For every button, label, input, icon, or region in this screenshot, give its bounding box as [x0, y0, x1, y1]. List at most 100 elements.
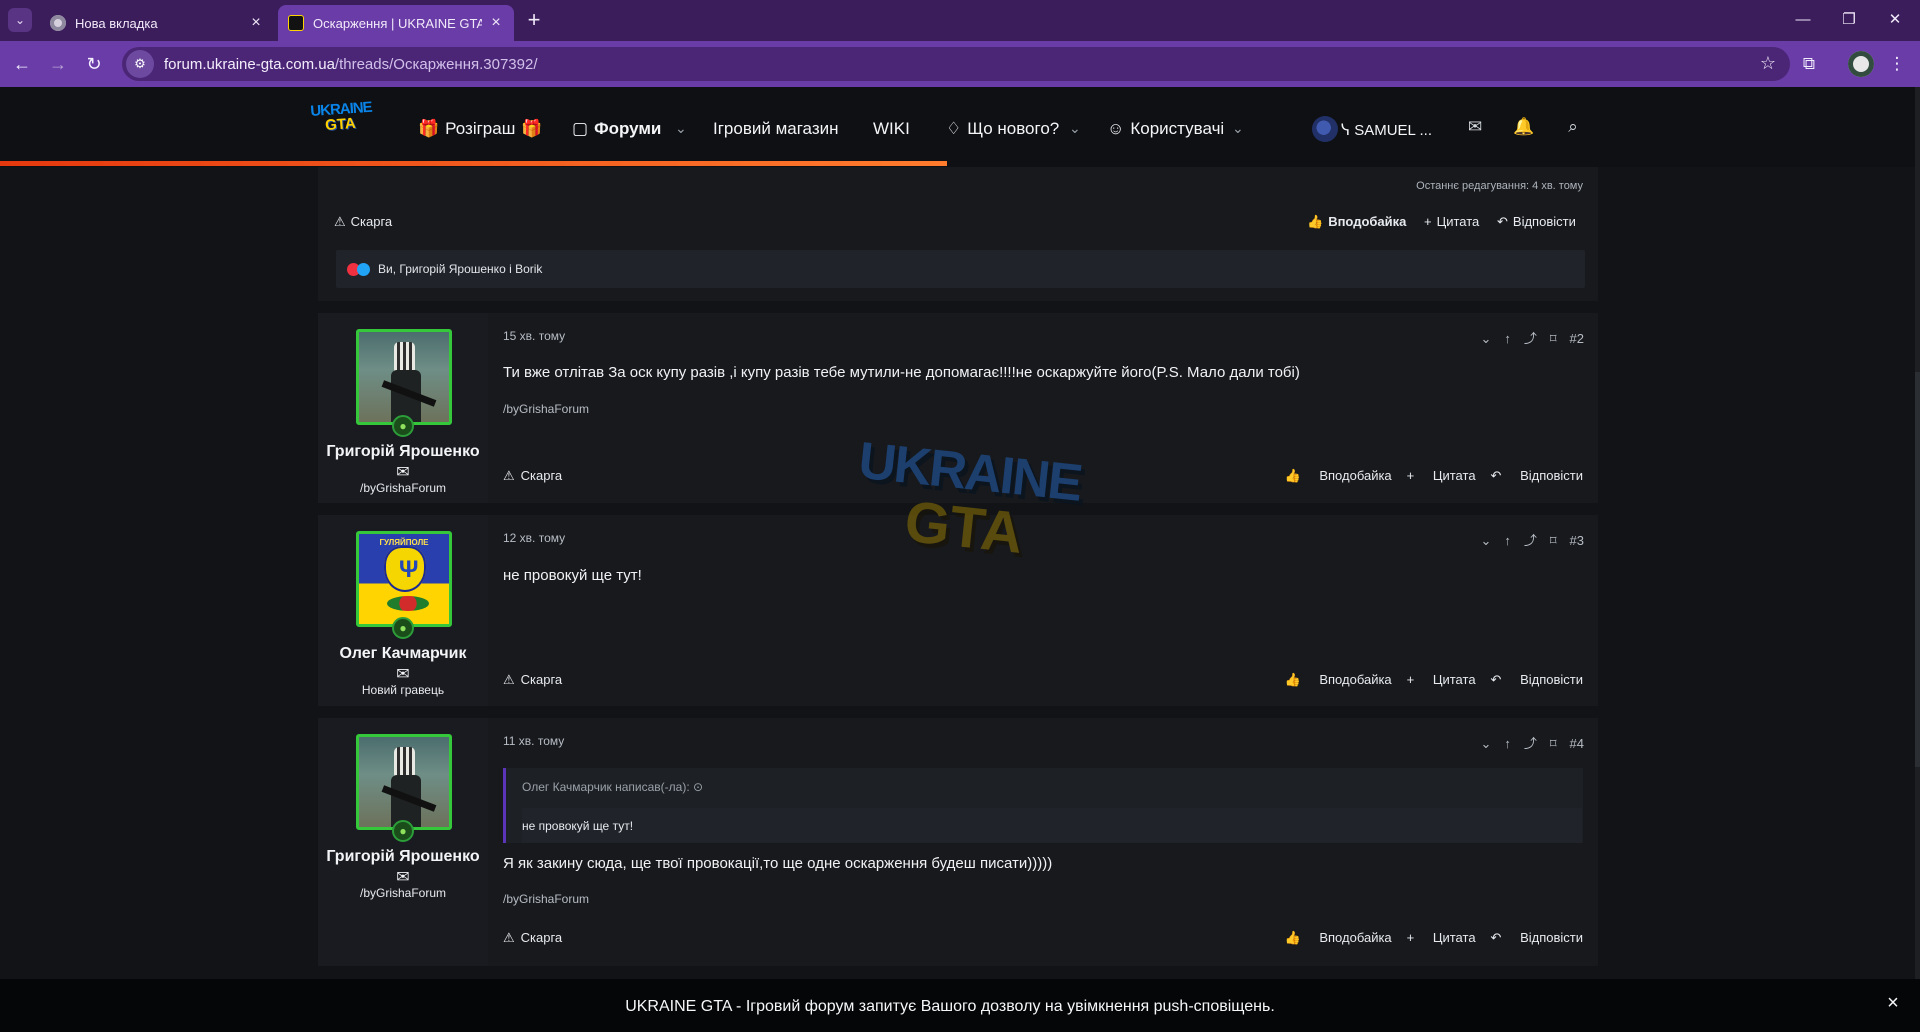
- post-tools: ⌄ ↑ ⤴ ⌑ #3: [1467, 530, 1584, 549]
- like-button[interactable]: 👍 Вподобайка: [1307, 214, 1406, 230]
- notification-bell-icon[interactable]: 🔔: [1513, 117, 1535, 139]
- user-avatar[interactable]: ГУЛЯЙПОЛЕ Ψ: [356, 531, 452, 627]
- reply-button[interactable]: ↶ Відповісти: [1491, 468, 1583, 483]
- reaction-dropdown-icon[interactable]: ⌄: [1480, 736, 1491, 752]
- previous-post-footer: Останнє редагування: 4 хв. тому ⚠ Скарга …: [318, 167, 1598, 301]
- user-avatar[interactable]: [1312, 116, 1338, 142]
- comment-icon: ▢: [572, 119, 589, 138]
- user-account-name[interactable]: ᓭ SAMUEL ...: [1341, 121, 1432, 143]
- online-status-icon: ●: [392, 617, 414, 639]
- nav-users[interactable]: ☺ Користувачі: [1107, 119, 1224, 141]
- share-icon[interactable]: ⤴: [1524, 328, 1537, 347]
- reaction-dropdown-icon[interactable]: ⌄: [1480, 533, 1491, 549]
- like-button[interactable]: 👍 Вподобайка: [1285, 930, 1392, 945]
- post-number[interactable]: #2: [1570, 331, 1584, 346]
- arrow-up-circle-icon[interactable]: ⊙: [693, 780, 703, 794]
- browser-tab-active[interactable]: Оскарження | UKRAINE GTA - Ігровий форум…: [278, 5, 514, 41]
- mail-icon[interactable]: ✉: [396, 869, 409, 886]
- reply-button[interactable]: ↶ Відповісти: [1491, 672, 1583, 687]
- post-number[interactable]: #3: [1570, 533, 1584, 548]
- warning-icon: ⚠: [503, 468, 515, 483]
- address-bar[interactable]: ⚙ forum.ukraine-gta.com.ua/threads/Оскар…: [122, 47, 1790, 81]
- address-url: forum.ukraine-gta.com.ua/threads/Оскарже…: [164, 55, 538, 73]
- post-time[interactable]: 11 хв. тому: [503, 734, 564, 748]
- quote-button[interactable]: + Цитата: [1407, 930, 1476, 945]
- push-permission-message: UKRAINE GTA - Ігровий форум запитує Вашо…: [625, 998, 1275, 1015]
- up-arrow-icon[interactable]: ↑: [1504, 533, 1511, 548]
- mail-icon[interactable]: ✉: [1464, 117, 1486, 139]
- user-avatar[interactable]: [356, 734, 452, 830]
- reply-button[interactable]: ↶ Відповісти: [1497, 214, 1576, 230]
- chevron-down-icon[interactable]: ⌄: [675, 120, 687, 137]
- forum-logo[interactable]: UKRAINE GTA: [310, 99, 372, 138]
- push-notification-bar: UKRAINE GTA - Ігровий форум запитує Вашо…: [0, 979, 1920, 1032]
- chevron-down-icon[interactable]: ⌄: [1069, 120, 1081, 137]
- minimize-button[interactable]: —: [1786, 8, 1820, 32]
- close-icon[interactable]: ×: [248, 14, 264, 32]
- reaction-dropdown-icon[interactable]: ⌄: [1480, 331, 1491, 347]
- profile-avatar-icon[interactable]: [1848, 51, 1874, 77]
- restore-button[interactable]: ❐: [1832, 8, 1866, 32]
- post-time[interactable]: 12 хв. тому: [503, 531, 565, 545]
- nav-giveaway[interactable]: 🎁 Розіграш 🎁: [418, 119, 543, 141]
- nav-whats-new[interactable]: ♢ Що нового?: [946, 119, 1059, 141]
- reactions-bar[interactable]: Ви, Григорій Ярошенко і Borik: [336, 250, 1585, 288]
- bookmark-star-icon[interactable]: ☆: [1760, 53, 1776, 74]
- quote-author[interactable]: Олег Качмарчик написав(-ла): ⊙: [522, 780, 703, 794]
- like-button[interactable]: 👍 Вподобайка: [1285, 672, 1392, 687]
- user-avatar[interactable]: [356, 329, 452, 425]
- quote-button[interactable]: + Цитата: [1407, 672, 1476, 687]
- search-icon[interactable]: ⌕: [1562, 117, 1584, 139]
- browser-tab-new[interactable]: Нова вкладка ×: [40, 5, 274, 41]
- plus-icon: +: [1424, 214, 1432, 229]
- warning-icon: ⚠: [503, 930, 515, 945]
- reply-icon: ↶: [1497, 214, 1508, 229]
- like-button[interactable]: 👍 Вподобайка: [1285, 468, 1392, 483]
- report-link[interactable]: ⚠ Скарга: [503, 930, 562, 946]
- bookmark-icon[interactable]: ⌑: [1550, 736, 1557, 752]
- window-close-button[interactable]: ✕: [1878, 8, 1912, 32]
- share-icon[interactable]: ⤴: [1524, 530, 1537, 549]
- report-link[interactable]: ⚠ Скарга: [334, 214, 392, 230]
- site-settings-icon[interactable]: ⚙: [126, 50, 154, 78]
- quote-button[interactable]: + Цитата: [1407, 468, 1476, 483]
- close-icon[interactable]: ×: [488, 14, 504, 32]
- post-message: Я як закину сюда, ще твої провокації,то …: [503, 855, 1053, 872]
- scrollbar-thumb[interactable]: [1915, 372, 1920, 767]
- quote-button[interactable]: + Цитата: [1424, 214, 1479, 229]
- new-tab-button[interactable]: +: [522, 9, 546, 33]
- nav-forums[interactable]: ▢ Форуми: [572, 119, 661, 141]
- author-name[interactable]: Григорій Ярошенко ✉: [318, 441, 488, 483]
- report-link[interactable]: ⚠ Скарга: [503, 672, 562, 688]
- nav-wiki[interactable]: WIKI: [873, 119, 910, 141]
- nav-game-store[interactable]: Ігровий магазин: [713, 119, 839, 141]
- up-arrow-icon[interactable]: ↑: [1504, 331, 1511, 346]
- bookmark-icon[interactable]: ⌑: [1550, 331, 1557, 347]
- like-reaction-icon: [357, 263, 370, 276]
- forward-button[interactable]: →: [46, 52, 70, 76]
- author-name[interactable]: Олег Качмарчик ✉: [318, 643, 488, 685]
- bookmark-icon[interactable]: ⌑: [1550, 533, 1557, 549]
- chevron-down-icon[interactable]: ⌄: [1232, 120, 1244, 137]
- back-button[interactable]: ←: [10, 52, 34, 76]
- reply-button[interactable]: ↶ Відповісти: [1491, 930, 1583, 945]
- post-author: ● Григорій Ярошенко ✉ /byGrishaForum: [318, 718, 488, 966]
- post-time[interactable]: 15 хв. тому: [503, 329, 565, 343]
- mail-icon[interactable]: ✉: [396, 464, 409, 481]
- user-title: /byGrishaForum: [359, 886, 447, 900]
- tab-search-button[interactable]: ⌄: [8, 8, 32, 32]
- page-scrollbar[interactable]: [1915, 87, 1920, 979]
- quoted-message[interactable]: Олег Качмарчик написав(-ла): ⊙ не провок…: [503, 768, 1583, 843]
- more-vertical-icon[interactable]: ⋮: [1884, 51, 1910, 77]
- reload-button[interactable]: ↻: [82, 52, 106, 76]
- post-number[interactable]: #4: [1570, 736, 1584, 751]
- mail-icon[interactable]: ✉: [396, 666, 409, 683]
- gift-icon: 🎁: [418, 119, 440, 138]
- up-arrow-icon[interactable]: ↑: [1504, 736, 1511, 751]
- extensions-puzzle-icon[interactable]: ⧉: [1796, 51, 1822, 77]
- author-name[interactable]: Григорій Ярошенко ✉: [318, 846, 488, 888]
- report-link[interactable]: ⚠ Скарга: [503, 468, 562, 484]
- close-icon[interactable]: ×: [1883, 993, 1903, 1013]
- post-actions: 👍 Вподобайка + Цитата ↶ Відповісти: [1270, 930, 1583, 946]
- share-icon[interactable]: ⤴: [1524, 733, 1537, 752]
